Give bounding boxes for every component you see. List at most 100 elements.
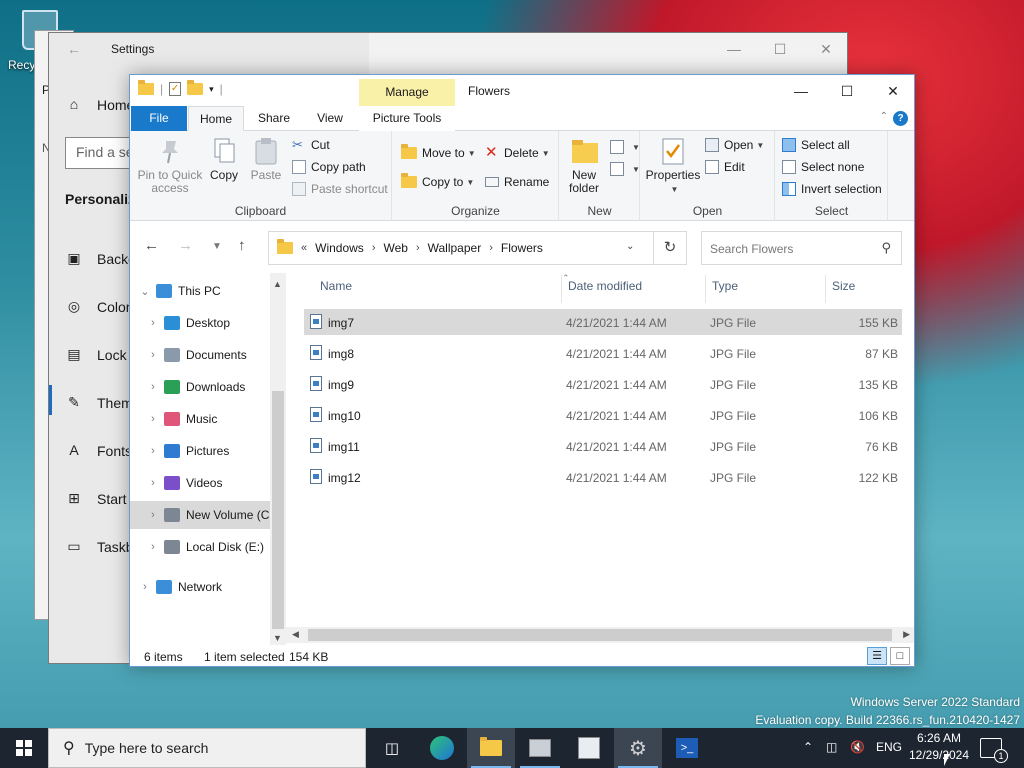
search-input[interactable]: Search Flowers ⚲ <box>701 231 902 265</box>
tree-item[interactable]: › Downloads <box>130 373 270 401</box>
taskbar-search-input[interactable]: ⚲ Type here to search <box>48 728 366 768</box>
breadcrumb-web[interactable]: Web <box>383 241 407 255</box>
chevron-right-icon[interactable]: › <box>146 477 160 489</box>
help-icon[interactable]: ? <box>893 111 908 126</box>
powershell-button[interactable]: >_ <box>663 728 711 768</box>
file-row[interactable]: img11 4/21/2021 1:44 AM JPG File 76 KB <box>304 433 902 459</box>
file-row[interactable]: img10 4/21/2021 1:44 AM JPG File 106 KB <box>304 402 902 428</box>
tree-item[interactable]: › Desktop <box>130 309 270 337</box>
tree-item[interactable]: › Local Disk (E:) <box>130 533 270 561</box>
rename-button[interactable]: Rename <box>485 172 549 192</box>
scroll-up-icon[interactable]: ▲ <box>273 279 282 289</box>
column-divider[interactable] <box>561 275 562 303</box>
tree-item[interactable]: ⌄ This PC <box>130 277 270 305</box>
manage-contextual-tab[interactable]: Manage <box>359 79 455 106</box>
file-explorer-window[interactable]: | ✓ ▾ | Manage Flowers — ☐ ✕ File Home S… <box>129 74 915 667</box>
tree-item[interactable]: › Documents <box>130 341 270 369</box>
explorer-titlebar[interactable]: | ✓ ▾ | Manage Flowers — ☐ ✕ <box>130 75 914 106</box>
scroll-left-icon[interactable]: ◀ <box>292 629 299 640</box>
scroll-right-icon[interactable]: ▶ <box>903 629 910 640</box>
open-button[interactable]: Open ▼ <box>705 135 764 155</box>
breadcrumb-wallpaper[interactable]: Wallpaper <box>428 241 482 255</box>
tree-item[interactable]: › Pictures <box>130 437 270 465</box>
document-app-button[interactable] <box>565 728 613 768</box>
select-none-button[interactable]: Select none <box>782 157 864 177</box>
maximize-button[interactable]: ☐ <box>824 79 870 103</box>
file-row[interactable]: img12 4/21/2021 1:44 AM JPG File 122 KB <box>304 464 902 490</box>
minimize-button[interactable]: — <box>711 37 757 61</box>
edge-button[interactable] <box>418 728 466 768</box>
close-button[interactable]: ✕ <box>803 37 849 61</box>
edit-button[interactable]: Edit <box>705 157 745 177</box>
chevron-right-icon[interactable]: › <box>146 317 160 329</box>
easy-access-button[interactable]: ▼ <box>610 159 640 179</box>
tab-picture-tools[interactable]: Picture Tools <box>359 106 455 131</box>
scrollbar-thumb[interactable] <box>272 391 284 629</box>
file-row[interactable]: img7 4/21/2021 1:44 AM JPG File 155 KB <box>304 309 902 335</box>
file-row[interactable]: img8 4/21/2021 1:44 AM JPG File 87 KB <box>304 340 902 366</box>
maximize-button[interactable]: ☐ <box>757 37 803 61</box>
back-arrow-icon[interactable]: ← <box>67 41 81 57</box>
start-button[interactable] <box>0 728 48 768</box>
chevron-right-icon[interactable]: › <box>146 509 160 521</box>
tree-item[interactable]: › New Volume (C <box>130 501 270 529</box>
column-divider[interactable] <box>825 275 826 303</box>
qat-dropdown-icon[interactable]: ▾ <box>209 84 214 95</box>
large-icons-view-icon[interactable]: □ <box>890 647 910 665</box>
column-divider[interactable] <box>705 275 706 303</box>
address-dropdown-icon[interactable]: ⌄ <box>626 241 634 252</box>
invert-selection-button[interactable]: Invert selection <box>782 179 882 199</box>
address-bar[interactable]: « Windows › Web › Wallpaper › Flowers <box>268 231 654 265</box>
tab-share[interactable]: Share <box>248 106 300 131</box>
pin-to-quick-access-button[interactable]: Pin to Quick access <box>136 137 204 195</box>
action-center-button[interactable]: 1 <box>980 738 1008 763</box>
back-arrow-icon[interactable]: ← <box>144 237 159 254</box>
nav-pane-scrollbar[interactable]: ▲ ▼ <box>270 273 286 645</box>
delete-button[interactable]: ✕ Delete ▼ <box>485 143 550 163</box>
copy-to-button[interactable]: Copy to ▼ <box>401 172 474 192</box>
forward-arrow-icon[interactable]: → <box>178 237 193 254</box>
copy-path-button[interactable]: Copy path <box>292 157 366 177</box>
paste-shortcut-button[interactable]: Paste shortcut <box>292 179 388 199</box>
network-tray-icon[interactable]: ◫ <box>826 740 837 754</box>
settings-taskbar-button[interactable]: ⚙ <box>614 728 662 768</box>
file-explorer-taskbar-button[interactable] <box>467 728 515 768</box>
chevron-down-icon[interactable]: ⌄ <box>138 285 152 298</box>
horizontal-scrollbar[interactable]: ◀ ▶ <box>286 627 914 643</box>
chevron-right-icon[interactable]: › <box>146 381 160 393</box>
tab-file[interactable]: File <box>131 106 187 131</box>
tree-item[interactable]: › Videos <box>130 469 270 497</box>
column-size[interactable]: Size <box>832 279 855 299</box>
language-indicator[interactable]: ENG <box>876 740 902 754</box>
chevron-right-icon[interactable]: › <box>146 349 160 361</box>
properties-button[interactable]: Properties ▼ <box>645 137 701 196</box>
chevron-right-icon[interactable]: › <box>146 413 160 425</box>
scrollbar-thumb[interactable] <box>308 629 892 641</box>
file-row[interactable]: img9 4/21/2021 1:44 AM JPG File 135 KB <box>304 371 902 397</box>
minimize-button[interactable]: — <box>778 79 824 103</box>
close-button[interactable]: ✕ <box>870 79 916 103</box>
tab-view[interactable]: View <box>304 106 356 131</box>
new-item-button[interactable]: ▼ <box>610 137 640 157</box>
tree-item[interactable]: › Music <box>130 405 270 433</box>
new-folder-button[interactable]: New folder <box>566 137 602 195</box>
server-manager-button[interactable] <box>516 728 564 768</box>
chevron-right-icon[interactable]: › <box>146 445 160 457</box>
breadcrumb-windows[interactable]: Windows <box>315 241 364 255</box>
move-to-button[interactable]: Move to ▼ <box>401 143 476 163</box>
properties-qat-icon[interactable]: ✓ <box>169 82 182 96</box>
column-name[interactable]: Name <box>320 279 352 299</box>
select-all-button[interactable]: Select all <box>782 135 850 155</box>
breadcrumb-overflow[interactable]: « <box>301 242 307 254</box>
column-type[interactable]: Type <box>712 279 738 299</box>
tree-item[interactable]: › Network <box>130 573 270 601</box>
breadcrumb-flowers[interactable]: Flowers <box>501 241 543 255</box>
volume-muted-icon[interactable]: 🔇 <box>850 740 865 754</box>
settings-titlebar[interactable]: ← Settings — ☐ ✕ <box>49 33 847 65</box>
collapse-ribbon-icon[interactable]: ⌃ <box>880 111 888 122</box>
refresh-button[interactable]: ↻ <box>654 231 687 265</box>
clock[interactable]: 6:26 AM 12/29/2024 <box>906 730 972 764</box>
scroll-down-icon[interactable]: ▼ <box>273 633 282 643</box>
new-folder-qat-icon[interactable] <box>187 80 204 95</box>
cut-button[interactable]: ✂ Cut <box>292 135 330 155</box>
